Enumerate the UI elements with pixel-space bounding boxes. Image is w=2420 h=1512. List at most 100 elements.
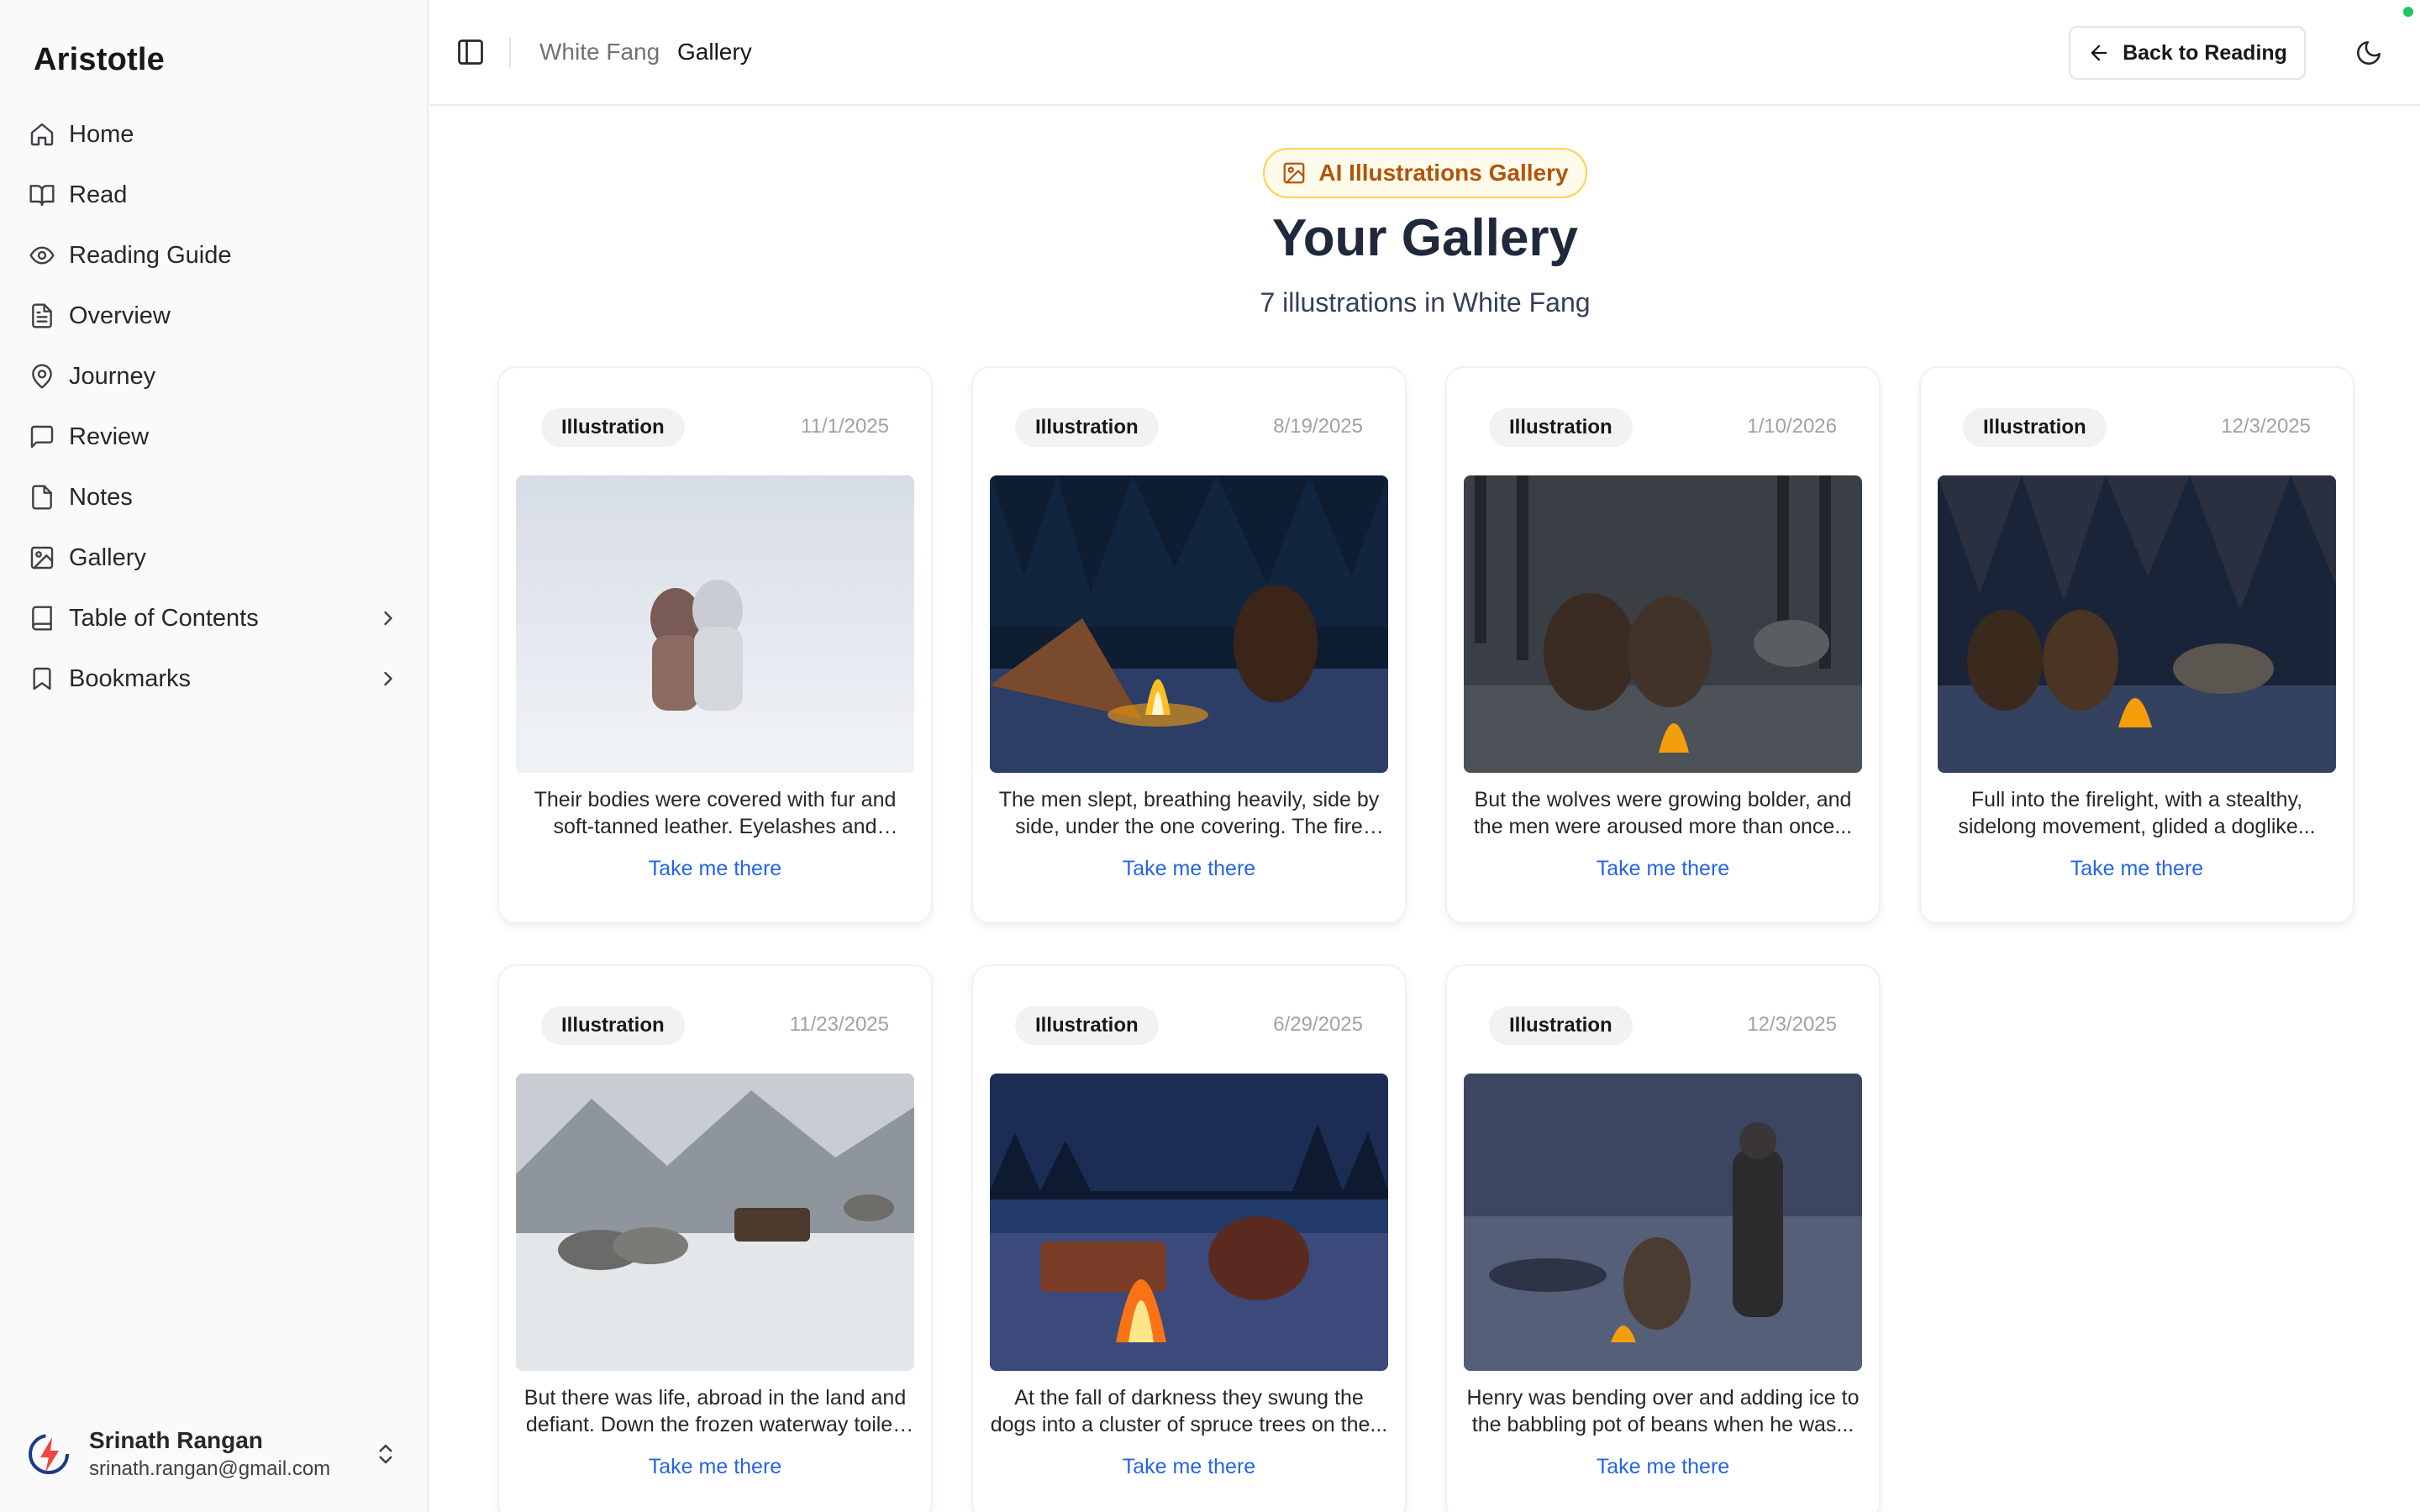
breadcrumb-current: Gallery — [677, 39, 752, 65]
card-date: 1/10/2026 — [1747, 415, 1837, 438]
card-tag: Illustration — [1489, 1006, 1633, 1045]
user-menu[interactable]: Srinath Rangan srinath.rangan@gmail.com — [25, 1416, 403, 1492]
take-me-there-link[interactable]: Take me there — [1921, 857, 2353, 881]
card-illustration[interactable] — [516, 475, 914, 773]
chevron-right-icon[interactable] — [376, 667, 400, 690]
document-icon — [32, 303, 52, 328]
card-caption: But the wolves were growing bolder, and … — [1473, 788, 1853, 838]
sidebar-item-label: Gallery — [69, 543, 146, 571]
page-subtitle: 7 illustrations in White Fang — [1260, 287, 1591, 318]
card-caption: The men slept, breathing heavily, side b… — [998, 788, 1380, 838]
card-illustration[interactable] — [1464, 1074, 1862, 1371]
card-illustration[interactable] — [1464, 475, 1862, 773]
sidebar-item-label: Notes — [69, 483, 133, 511]
card-date: 8/19/2025 — [1273, 415, 1363, 438]
card-caption: Henry was bending over and adding ice to… — [1466, 1386, 1860, 1436]
card-tag: Illustration — [1489, 408, 1633, 447]
home-icon — [30, 123, 54, 146]
sidebar-item-reading-guide[interactable]: Reading Guide — [25, 230, 403, 281]
chevrons-up-down-icon[interactable] — [373, 1441, 398, 1467]
card-date: 12/3/2025 — [2221, 415, 2311, 438]
card-illustration[interactable] — [990, 475, 1388, 773]
gallery-main: AI Illustrations Gallery Your Gallery 7 … — [430, 108, 2420, 1512]
sidebar-item-label: Overview — [69, 302, 171, 329]
sidebar-item-label: Journey — [69, 362, 156, 390]
bolt-logo-icon — [29, 1434, 69, 1474]
gallery-card: Illustration 12/3/2025 Full into the fir… — [1919, 366, 2354, 924]
gallery-card: Illustration 8/19/2025 The men slept, br… — [971, 366, 1407, 924]
user-email: srinath.rangan@gmail.com — [89, 1457, 331, 1480]
gallery-badge: AI Illustrations Gallery — [1263, 148, 1587, 198]
sidebar-item-label: Read — [69, 181, 128, 208]
header-divider — [509, 37, 511, 67]
take-me-there-link[interactable]: Take me there — [1447, 857, 1879, 881]
sidebar-item-overview[interactable]: Overview — [25, 291, 403, 341]
dog-sled-illustration — [516, 1074, 914, 1371]
breadcrumb-book[interactable]: White Fang — [539, 37, 660, 67]
gallery-card: Illustration 12/3/2025 Henry was bending… — [1445, 964, 1881, 1512]
note-icon — [32, 485, 52, 510]
sidebar-item-label: Table of Contents — [69, 604, 259, 632]
spruce-campfire-illustration — [990, 1074, 1388, 1371]
brand-title: Aristotle — [34, 42, 165, 77]
card-date: 11/23/2025 — [789, 1013, 889, 1036]
moon-icon[interactable] — [2354, 39, 2383, 67]
card-date: 12/3/2025 — [1747, 1013, 1837, 1036]
user-name: Srinath Rangan — [89, 1427, 263, 1453]
card-date: 6/29/2025 — [1273, 1013, 1363, 1036]
henry-ice-pot-illustration — [1464, 1074, 1862, 1371]
campfire-tent-illustration — [990, 475, 1388, 773]
gallery-card: Illustration 6/29/2025 At the fall of da… — [971, 964, 1407, 1512]
sidebar-item-journey[interactable]: Journey — [25, 351, 403, 402]
wolves-campfire-illustration — [1464, 475, 1862, 773]
take-me-there-link[interactable]: Take me there — [1447, 1455, 1879, 1479]
take-me-there-link[interactable]: Take me there — [973, 857, 1405, 881]
sidebar-item-table-of-contents[interactable]: Table of Contents — [25, 593, 403, 643]
chevron-right-icon[interactable] — [376, 606, 400, 630]
message-square-icon — [30, 425, 54, 449]
card-illustration[interactable] — [990, 1074, 1388, 1371]
sidebar-nav: Home Read Reading Guide Overview Journey… — [25, 109, 403, 714]
card-tag: Illustration — [1015, 408, 1159, 447]
sidebar-item-home[interactable]: Home — [25, 109, 403, 160]
gallery-card: Illustration 11/1/2025 Their bodies were… — [497, 366, 933, 924]
back-to-reading-label: Back to Reading — [2123, 40, 2287, 65]
card-caption: At the fall of darkness they swung the d… — [990, 1386, 1388, 1436]
take-me-there-link[interactable]: Take me there — [973, 1455, 1405, 1479]
sidebar-toggle-icon[interactable] — [455, 37, 486, 67]
page-title: Your Gallery — [1271, 209, 1579, 267]
sidebar-item-read[interactable]: Read — [25, 170, 403, 220]
open-book-icon — [29, 185, 55, 207]
user-info: Srinath Rangan srinath.rangan@gmail.com — [89, 1425, 373, 1483]
image-icon — [30, 546, 54, 570]
sidebar-item-notes[interactable]: Notes — [25, 472, 403, 522]
card-caption: Full into the firelight, with a stealthy… — [1958, 788, 2316, 838]
gallery-badge-label: AI Illustrations Gallery — [1318, 160, 1569, 186]
sidebar-item-review[interactable]: Review — [25, 412, 403, 462]
gallery-card: Illustration 1/10/2026 But the wolves we… — [1445, 366, 1881, 924]
book-icon — [32, 606, 52, 631]
top-header: White Fang Gallery Back to Reading — [430, 0, 2420, 106]
status-dot — [2403, 7, 2413, 17]
card-date: 11/1/2025 — [801, 415, 889, 438]
card-tag: Illustration — [541, 408, 685, 447]
map-pin-icon — [32, 364, 52, 389]
back-to-reading-button[interactable]: Back to Reading — [2069, 26, 2306, 80]
card-illustration[interactable] — [516, 1074, 914, 1371]
arrow-left-icon — [2091, 45, 2107, 61]
sidebar-item-gallery[interactable]: Gallery — [25, 533, 403, 583]
snow-travelers-illustration — [516, 475, 914, 773]
card-tag: Illustration — [541, 1006, 685, 1045]
card-tag: Illustration — [1963, 408, 2107, 447]
gallery-card: Illustration 11/23/2025 But there was li… — [497, 964, 933, 1512]
sidebar-item-label: Home — [69, 120, 134, 148]
take-me-there-link[interactable]: Take me there — [499, 857, 931, 881]
card-illustration[interactable] — [1938, 475, 2336, 773]
wolf-firelight-illustration — [1938, 475, 2336, 773]
sidebar-item-label: Review — [69, 423, 150, 450]
take-me-there-link[interactable]: Take me there — [499, 1455, 931, 1479]
sidebar-item-bookmarks[interactable]: Bookmarks — [25, 654, 403, 704]
sidebar: Aristotle Home Read Reading Guide Overvi… — [0, 0, 429, 1512]
bookmark-icon — [33, 667, 51, 690]
eye-icon — [29, 246, 55, 265]
